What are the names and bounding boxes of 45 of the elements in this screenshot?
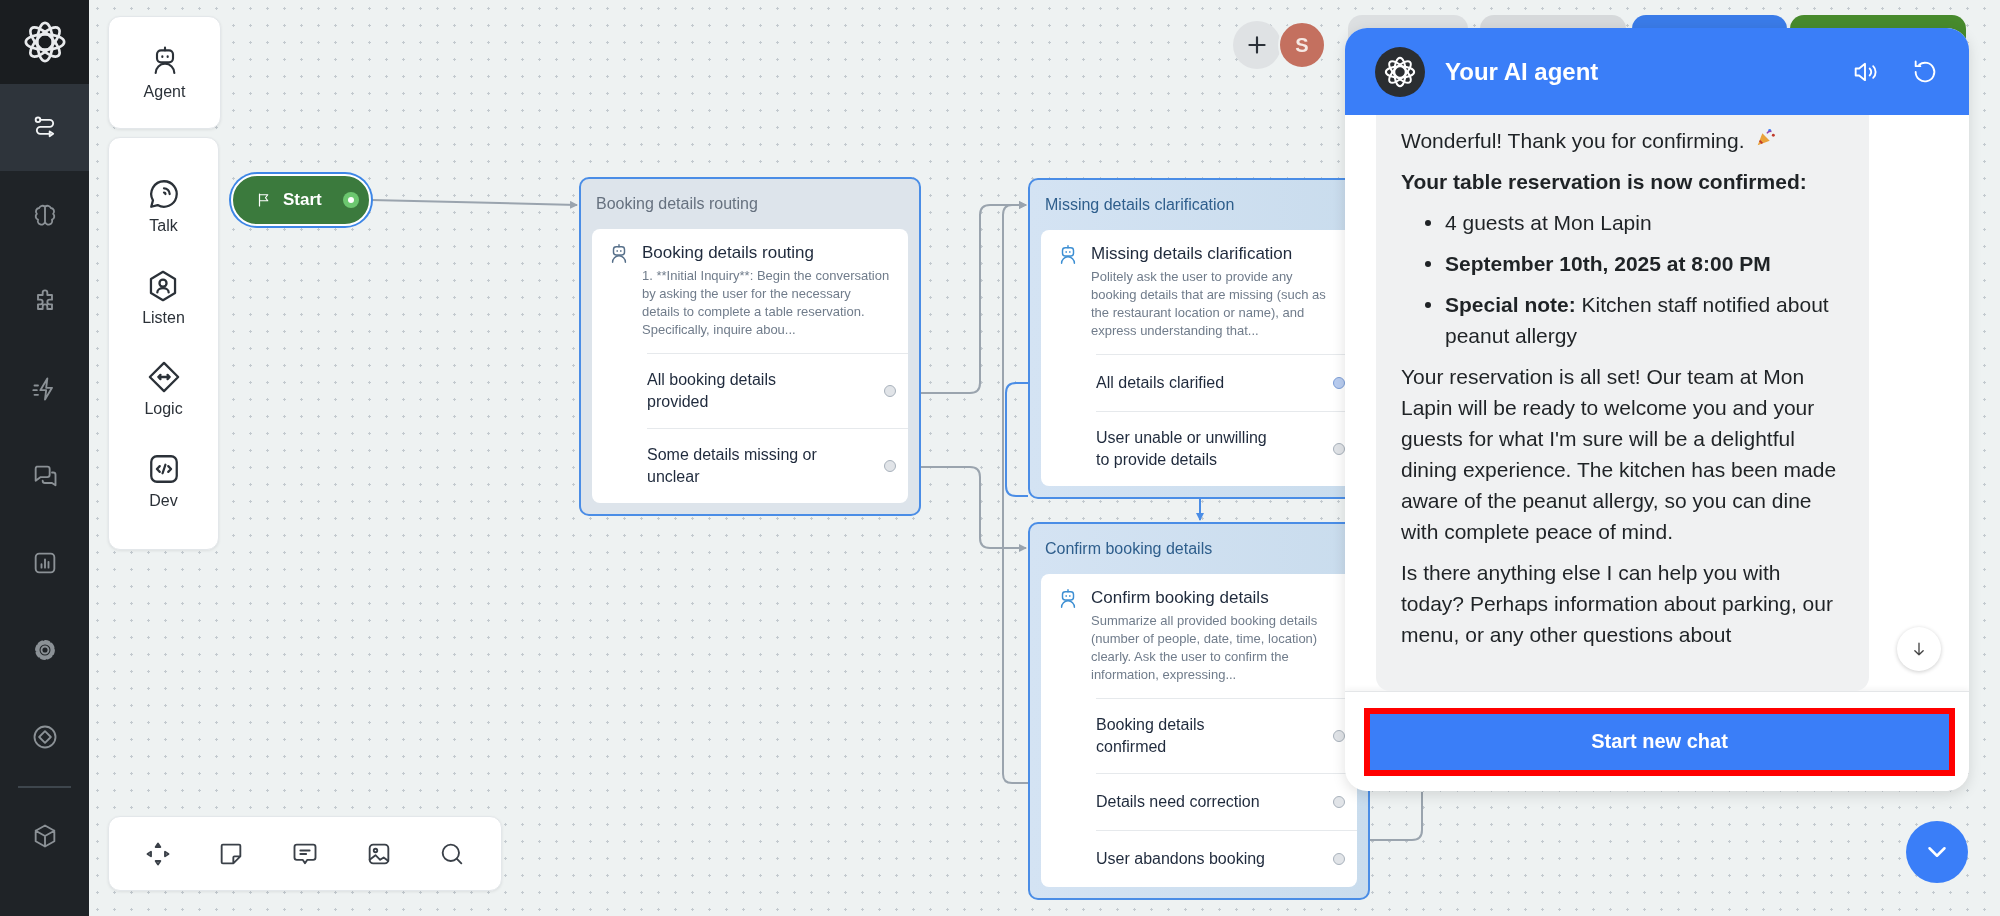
- message-text: Wonderful! Thank you for confirming.: [1401, 128, 1745, 154]
- palette-tool[interactable]: Logic: [140, 356, 187, 423]
- node-title: Booking details routing: [596, 195, 758, 213]
- output-port[interactable]: [1333, 730, 1345, 742]
- flow-node[interactable]: [1028, 522, 1370, 900]
- diamond-arrows-icon: [146, 360, 181, 395]
- bullet-icon: [1425, 220, 1431, 226]
- connector-line: [1196, 496, 1204, 521]
- bullet-icon: [1425, 261, 1431, 267]
- message-text: Is there anything else I can help you with today? Perhaps information about parking, our menu, or any other questions about: [1401, 560, 1834, 648]
- output-label: Some details missing or unclear: [647, 445, 818, 487]
- message-heading: Your table reservation is now confirmed:: [1401, 169, 1808, 195]
- output-port[interactable]: [1333, 377, 1345, 389]
- message-text: Your reservation is all set! Our team at Mon Lapin will be ready to welcome you and your guests for what I'm sure will be a delightful dining experience. The kitchen has been made aware of the peanut allergy, so you can dine with complete peace of mind.: [1401, 364, 1838, 545]
- output-label: Booking details confirmed: [1096, 715, 1206, 757]
- output-port[interactable]: [343, 192, 359, 208]
- list-item: Special note: Kitchen staff notified about peanut allergy: [1445, 292, 1830, 349]
- palette-tool[interactable]: Listen: [138, 264, 189, 331]
- list-item: 4 guests at Mon Lapin: [1445, 210, 1652, 236]
- palette-tool[interactable]: Talk: [142, 173, 185, 240]
- sidebar-item[interactable]: [0, 84, 89, 171]
- logo-icon: [1383, 54, 1417, 89]
- start-node[interactable]: Start: [231, 174, 371, 226]
- node-title: Missing details clarification: [1045, 196, 1235, 214]
- step-title: Missing details clarification: [1091, 244, 1294, 264]
- step-title: Confirm booking details: [1091, 588, 1270, 608]
- step-description: Summarize all provided booking details (number of people, date, time, location) clearly. Ask the user to confirm the information, expressing...: [1091, 612, 1319, 684]
- start-new-chat-button[interactable]: Start new chat: [1370, 713, 1949, 770]
- bullet-icon: [1425, 302, 1431, 308]
- add-button[interactable]: [1233, 21, 1281, 69]
- step-title: Booking details routing: [642, 243, 815, 263]
- scroll-down-button[interactable]: [1897, 627, 1941, 671]
- output-label: User unable or unwilling to provide details: [1096, 428, 1268, 470]
- chat-title: Your AI agent: [1445, 57, 1600, 86]
- output-label: All booking details provided: [647, 370, 777, 412]
- connector-line: [1369, 791, 1423, 841]
- output-label: User abandons booking: [1096, 849, 1265, 869]
- output-label: All details clarified: [1096, 373, 1225, 393]
- output-port[interactable]: [1333, 443, 1345, 455]
- palette-tool[interactable]: Dev: [142, 447, 185, 514]
- node-title: Confirm booking details: [1045, 540, 1213, 558]
- output-label: Details need correction: [1096, 792, 1260, 812]
- list-item: September 10th, 2025 at 8:00 PM: [1445, 251, 1771, 277]
- step-description: Politely ask the user to provide any booking details that are missing (such as the restaurant location or name), and express understanding that...: [1091, 268, 1327, 340]
- step-description: 1. **Initial Inquiry**: Begin the conversation by asking the user for the necessary details to complete a table reservation. Specifically, inquire abou...: [642, 267, 891, 339]
